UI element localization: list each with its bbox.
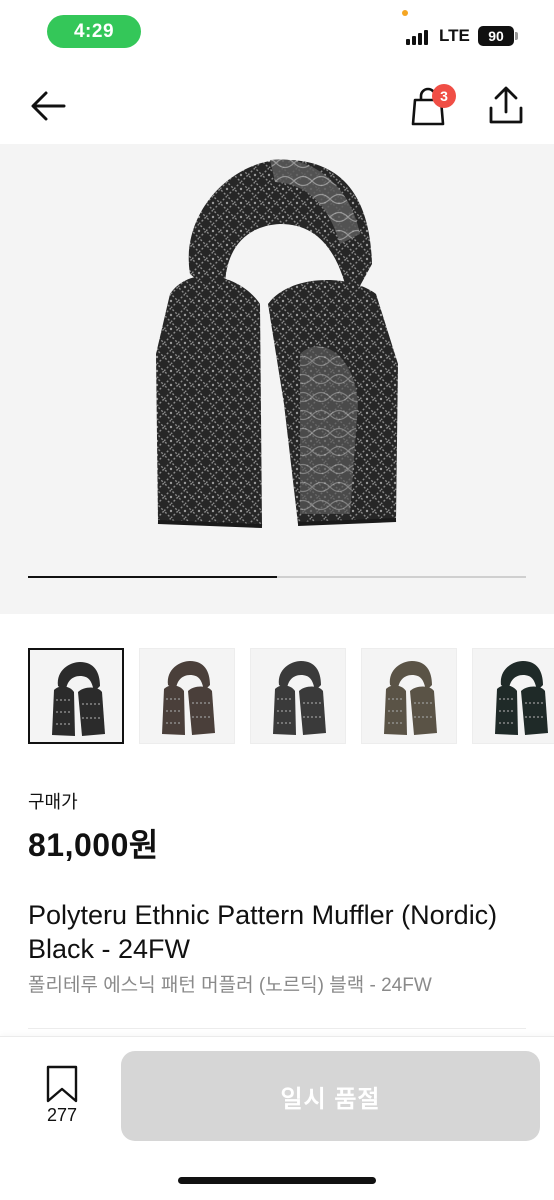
bottom-action-bar: 277 일시 품절 (0, 1036, 554, 1200)
thumbnail-image (162, 661, 215, 735)
sold-out-button[interactable]: 일시 품절 (121, 1051, 540, 1141)
network-type: LTE (439, 26, 470, 45)
battery-icon: 90 (478, 26, 518, 46)
status-bar: 4:29 LTE 90 (0, 0, 554, 64)
thumbnail-image (273, 661, 326, 735)
top-nav: 3 (0, 64, 554, 144)
share-icon (489, 86, 523, 124)
product-image (156, 159, 398, 528)
back-button[interactable] (28, 86, 68, 126)
privacy-indicator-dot (402, 10, 408, 16)
battery-level: 90 (488, 28, 504, 44)
share-button[interactable] (486, 84, 526, 128)
product-image-carousel[interactable] (0, 144, 554, 614)
thumbnail-strip[interactable] (28, 648, 554, 746)
cart-count-badge: 3 (432, 84, 456, 108)
product-title-korean: 폴리테루 에스닉 패턴 머플러 (노르딕) 블랙 - 24FW (28, 975, 432, 996)
thumbnail-image (495, 661, 548, 735)
status-time: 4:29 (47, 15, 141, 48)
image-progress-fill (28, 576, 277, 578)
image-progress-track (28, 576, 526, 578)
section-divider (28, 1028, 526, 1029)
thumbnail-1[interactable] (28, 648, 124, 744)
signal-icon (406, 29, 432, 45)
arrow-left-icon (31, 91, 66, 121)
bookmark-icon (46, 1065, 78, 1103)
home-indicator (178, 1177, 376, 1184)
bookmark-count: 277 (46, 1105, 78, 1125)
cart-button[interactable]: 3 (408, 84, 456, 130)
product-price: 81,000원 (28, 827, 159, 863)
bookmark-button[interactable]: 277 (38, 1065, 86, 1129)
price-label: 구매가 (28, 792, 78, 812)
thumbnail-2[interactable] (139, 648, 235, 744)
thumbnail-image (52, 662, 105, 736)
thumbnail-5[interactable] (472, 648, 554, 744)
thumbnail-image (384, 661, 437, 735)
thumbnail-3[interactable] (250, 648, 346, 744)
thumbnail-4[interactable] (361, 648, 457, 744)
product-title-english: Polyteru Ethnic Pattern Muffler (Nordic)… (28, 900, 498, 964)
